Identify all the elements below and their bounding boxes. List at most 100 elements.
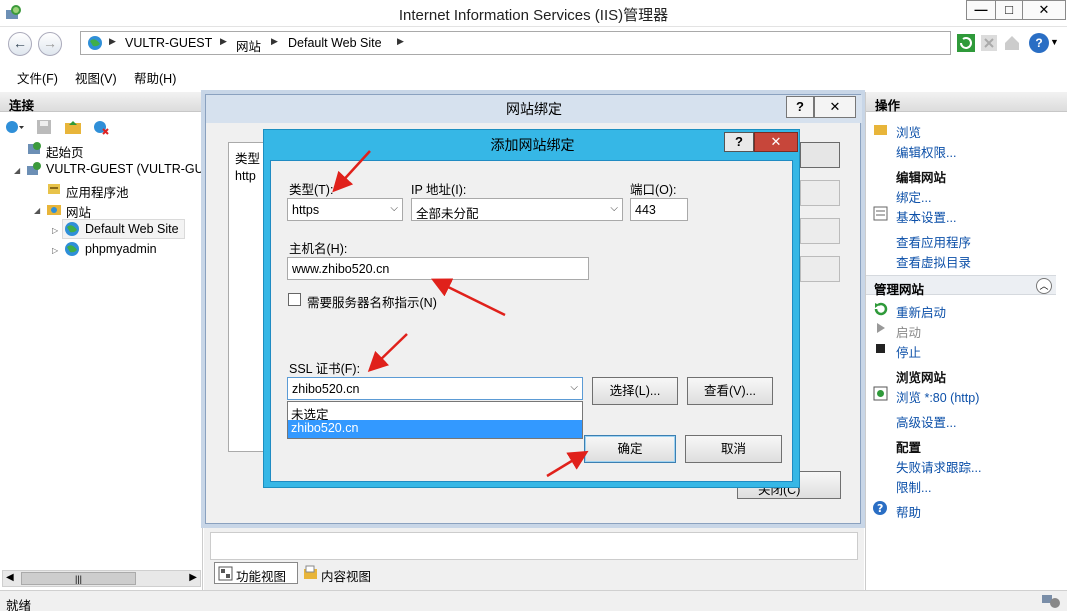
- bindings-edit-button-edge[interactable]: [800, 180, 840, 206]
- tab-features-view[interactable]: 功能视图: [214, 562, 298, 584]
- tree-expander-icon[interactable]: ◢: [14, 166, 20, 175]
- action-limits[interactable]: 限制...: [896, 477, 931, 496]
- hostname-input[interactable]: www.zhibo520.cn: [287, 257, 589, 280]
- view-certificate-button[interactable]: 查看(V)...: [687, 377, 773, 405]
- action-failed-request-tracing[interactable]: 失败请求跟踪...: [896, 457, 981, 476]
- save-icon[interactable]: [36, 119, 52, 135]
- connections-pane: 连接 起始页 ◢ VULTR-GUEST (VULTR-GUE 应用程序池 ◢ …: [0, 92, 212, 590]
- action-bindings[interactable]: 绑定...: [896, 187, 931, 206]
- add-binding-client-area: 类型(T): https ⌵ IP 地址(I): 全部未分配 ⌵ 端口(O): …: [270, 160, 793, 482]
- scroll-right-icon[interactable]: ▶: [189, 572, 197, 583]
- help-dropdown-icon[interactable]: ▼: [1050, 37, 1059, 47]
- content-view-icon: [304, 565, 317, 579]
- horizontal-scrollbar[interactable]: ◀ ||| ▶: [2, 570, 201, 587]
- close-button[interactable]: ✕: [1022, 0, 1066, 20]
- add-site-binding-dialog: 添加网站绑定 ? ✕ 类型(T): https ⌵ IP 地址(I): 全部未分…: [263, 129, 800, 488]
- minimize-button[interactable]: —: [966, 0, 996, 20]
- scrollbar-thumb[interactable]: |||: [21, 572, 136, 585]
- navigation-bar: ← → ▶ VULTR-GUEST ▶ 网站 ▶ Default Web Sit…: [0, 28, 1067, 60]
- action-stop[interactable]: 停止: [896, 342, 921, 361]
- breadcrumb-site[interactable]: Default Web Site: [288, 36, 382, 50]
- breadcrumb-separator: ▶: [397, 36, 404, 46]
- select-certificate-button[interactable]: 选择(L)...: [592, 377, 678, 405]
- sni-checkbox[interactable]: [288, 293, 301, 306]
- bindings-add-button-edge[interactable]: [800, 142, 840, 168]
- help-circle-icon: ?: [873, 501, 887, 515]
- site-bindings-help-button[interactable]: ?: [786, 96, 814, 118]
- port-input[interactable]: 443: [630, 198, 688, 221]
- home-icon[interactable]: [1002, 33, 1022, 53]
- ssl-certificate-select[interactable]: zhibo520.cn ⌵: [287, 377, 583, 400]
- restart-icon: [874, 302, 888, 316]
- tree-expander-icon[interactable]: ▷: [52, 246, 58, 255]
- ssl-option[interactable]: 未选定: [288, 403, 582, 422]
- action-view-virtual-dirs[interactable]: 查看虚拟目录: [896, 252, 971, 271]
- tree-item-default-web-site[interactable]: Default Web Site: [85, 222, 179, 236]
- help-icon[interactable]: ?: [1029, 33, 1049, 53]
- action-view-applications[interactable]: 查看应用程序: [896, 232, 971, 251]
- add-binding-close-button[interactable]: ✕: [754, 132, 798, 152]
- chevron-down-icon: ⌵: [570, 382, 578, 393]
- action-edit-permissions[interactable]: 编辑权限...: [896, 142, 956, 161]
- sites-folder-icon: [47, 205, 61, 215]
- maximize-button[interactable]: □: [995, 0, 1023, 20]
- tree-item-start-page[interactable]: 起始页: [46, 142, 84, 161]
- breadcrumb-server[interactable]: VULTR-GUEST: [125, 36, 212, 50]
- start-icon: [877, 323, 885, 333]
- action-start[interactable]: 启动: [896, 322, 921, 341]
- action-basic-settings[interactable]: 基本设置...: [896, 207, 956, 226]
- disconnect-icon[interactable]: [92, 119, 110, 135]
- menu-file[interactable]: 文件(F): [17, 68, 58, 87]
- ip-label: IP 地址(I):: [411, 183, 467, 197]
- server-icon: [27, 162, 41, 175]
- website-globe-icon: [65, 242, 79, 256]
- browse-folder-icon: [874, 125, 887, 135]
- add-binding-help-button[interactable]: ?: [724, 132, 754, 152]
- add-binding-title: 添加网站绑定: [490, 137, 575, 153]
- up-folder-icon[interactable]: [64, 119, 82, 135]
- site-bindings-close-button[interactable]: ✕: [814, 96, 856, 118]
- refresh-icon[interactable]: [956, 33, 976, 53]
- ssl-select-value: zhibo520.cn: [292, 382, 360, 396]
- bindings-remove-button-edge[interactable]: [800, 218, 840, 244]
- content-panel: [210, 532, 858, 560]
- tree-item-server[interactable]: VULTR-GUEST (VULTR-GUE: [46, 162, 212, 176]
- action-browse-80[interactable]: 浏览 *:80 (http): [896, 387, 979, 406]
- forward-icon[interactable]: →: [38, 32, 62, 56]
- ip-select[interactable]: 全部未分配 ⌵: [411, 198, 623, 221]
- basic-settings-icon: [873, 206, 888, 221]
- port-input-value: 443: [635, 203, 656, 217]
- bindings-browse-button-edge[interactable]: [800, 256, 840, 282]
- ssl-option-selected[interactable]: zhibo520.cn: [288, 420, 582, 438]
- back-icon[interactable]: ←: [8, 32, 32, 56]
- bindings-row-type[interactable]: http: [235, 169, 256, 183]
- scroll-left-icon[interactable]: ◀: [6, 572, 14, 583]
- network-status-icon: [1042, 595, 1060, 608]
- cancel-button[interactable]: 取消: [685, 435, 782, 463]
- bindings-list[interactable]: 类型 http: [228, 142, 266, 452]
- type-select[interactable]: https ⌵: [287, 198, 403, 221]
- window-title-bar: Internet Information Services (IIS)管理器 —…: [0, 0, 1067, 27]
- tree-item-phpmyadmin[interactable]: phpmyadmin: [85, 242, 157, 256]
- tab-content-view[interactable]: 内容视图: [321, 566, 371, 585]
- menu-bar: 文件(F) 视图(V) 帮助(H): [0, 63, 1067, 87]
- website-globe-icon: [65, 222, 79, 236]
- action-restart[interactable]: 重新启动: [896, 302, 946, 321]
- menu-view[interactable]: 视图(V): [75, 68, 117, 87]
- ok-button[interactable]: 确定: [584, 435, 676, 463]
- tree-expander-icon[interactable]: ▷: [52, 226, 58, 235]
- breadcrumb-sites[interactable]: 网站: [236, 36, 261, 55]
- action-help[interactable]: 帮助: [896, 502, 921, 521]
- stop-icon[interactable]: [979, 33, 999, 53]
- address-bar[interactable]: ▶ VULTR-GUEST ▶ 网站 ▶ Default Web Site ▶: [80, 31, 951, 55]
- window-title: Internet Information Services (IIS)管理器: [398, 7, 669, 24]
- actions-pane: 操作 浏览 编辑权限... 编辑网站 绑定... 基本设置... 查看应用程序 …: [865, 92, 1067, 590]
- connect-icon[interactable]: [5, 119, 25, 135]
- action-browse[interactable]: 浏览: [896, 122, 921, 141]
- tree-item-app-pools[interactable]: 应用程序池: [66, 182, 129, 201]
- collapse-up-icon[interactable]: ︿: [1036, 278, 1052, 294]
- menu-help[interactable]: 帮助(H): [134, 68, 176, 87]
- action-advanced-settings[interactable]: 高级设置...: [896, 412, 956, 431]
- type-label: 类型(T):: [289, 183, 334, 197]
- tree-expander-icon[interactable]: ◢: [34, 206, 40, 215]
